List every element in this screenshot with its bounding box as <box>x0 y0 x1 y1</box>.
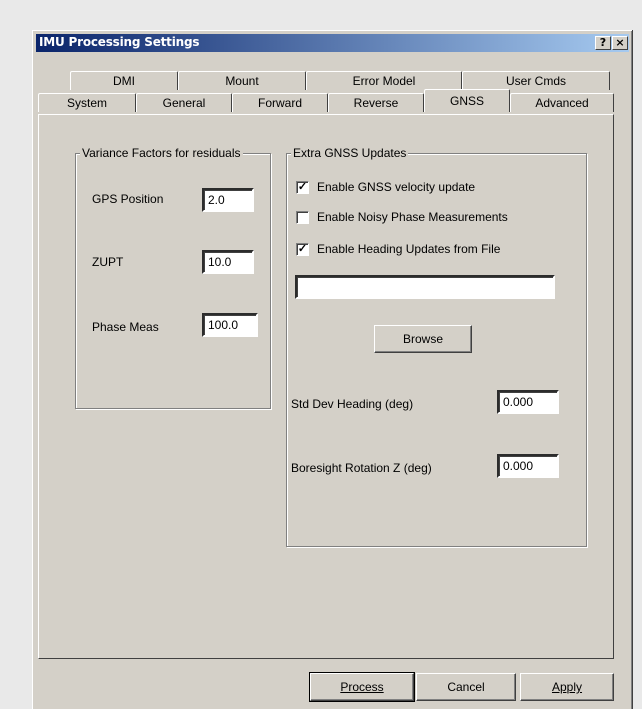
tab-gnss-label: GNSS <box>449 94 484 108</box>
velocity-update-label: Enable GNSS velocity update <box>317 180 476 194</box>
tab-gnss[interactable]: GNSS <box>424 89 510 112</box>
tab-system-label: System <box>66 96 107 110</box>
tab-mount[interactable]: Mount <box>178 71 306 90</box>
tab-dmi-label: DMI <box>113 74 135 88</box>
window-title: IMU Processing Settings <box>39 35 200 49</box>
title-bar[interactable]: IMU Processing Settings ? × <box>36 34 629 52</box>
variance-factors-group: Variance Factors for residuals GPS Posit… <box>75 146 271 409</box>
tab-general-label: General <box>162 96 206 110</box>
tab-advanced[interactable]: Advanced <box>510 93 614 112</box>
tab-forward-label: Forward <box>257 96 302 110</box>
tab-user-cmds-label: User Cmds <box>505 74 566 88</box>
tab-forward[interactable]: Forward <box>232 93 328 112</box>
tab-user-cmds[interactable]: User Cmds <box>462 71 610 90</box>
process-button[interactable]: Process <box>309 672 415 702</box>
tab-system[interactable]: System <box>38 93 136 112</box>
tab-dmi[interactable]: DMI <box>70 71 178 90</box>
tab-error-model-label: Error Model <box>352 74 416 88</box>
std-dev-heading-input[interactable] <box>497 390 559 414</box>
gps-position-input[interactable] <box>202 188 254 212</box>
zupt-label: ZUPT <box>92 255 124 269</box>
tab-general[interactable]: General <box>136 93 232 112</box>
std-dev-heading-label: Std Dev Heading (deg) <box>291 397 414 411</box>
tab-reverse[interactable]: Reverse <box>328 93 424 112</box>
boresight-input[interactable] <box>497 454 559 478</box>
process-label: Process <box>340 680 384 694</box>
apply-label: Apply <box>551 680 583 694</box>
gps-position-label: GPS Position <box>92 192 164 206</box>
noisy-phase-checkbox[interactable] <box>296 211 309 224</box>
zupt-input[interactable] <box>202 250 254 274</box>
phase-meas-label: Phase Meas <box>92 320 159 334</box>
tab-error-model[interactable]: Error Model <box>306 71 462 90</box>
browse-button[interactable]: Browse <box>374 325 472 353</box>
heading-updates-label: Enable Heading Updates from File <box>317 242 501 256</box>
help-button[interactable]: ? <box>595 36 611 50</box>
browse-label: Browse <box>402 332 443 346</box>
tab-reverse-label: Reverse <box>353 96 399 110</box>
gnss-tab-panel: Variance Factors for residuals GPS Posit… <box>38 114 614 659</box>
noisy-phase-label: Enable Noisy Phase Measurements <box>317 210 508 224</box>
cancel-label: Cancel <box>447 680 485 694</box>
extra-gnss-updates-group: Extra GNSS Updates ✓ Enable GNSS velocit… <box>286 146 587 547</box>
heading-file-input[interactable] <box>295 275 555 299</box>
extra-gnss-updates-title: Extra GNSS Updates <box>291 146 409 160</box>
apply-button[interactable]: Apply <box>520 673 614 701</box>
boresight-label: Boresight Rotation Z (deg) <box>291 461 432 475</box>
heading-updates-checkbox[interactable]: ✓ <box>296 243 309 256</box>
tab-advanced-label: Advanced <box>535 96 589 110</box>
close-button[interactable]: × <box>612 36 628 50</box>
cancel-button[interactable]: Cancel <box>416 673 516 701</box>
velocity-update-checkbox[interactable]: ✓ <box>296 181 309 194</box>
tab-mount-label: Mount <box>225 74 259 88</box>
variance-factors-title: Variance Factors for residuals <box>80 146 243 160</box>
phase-meas-input[interactable] <box>202 313 258 337</box>
